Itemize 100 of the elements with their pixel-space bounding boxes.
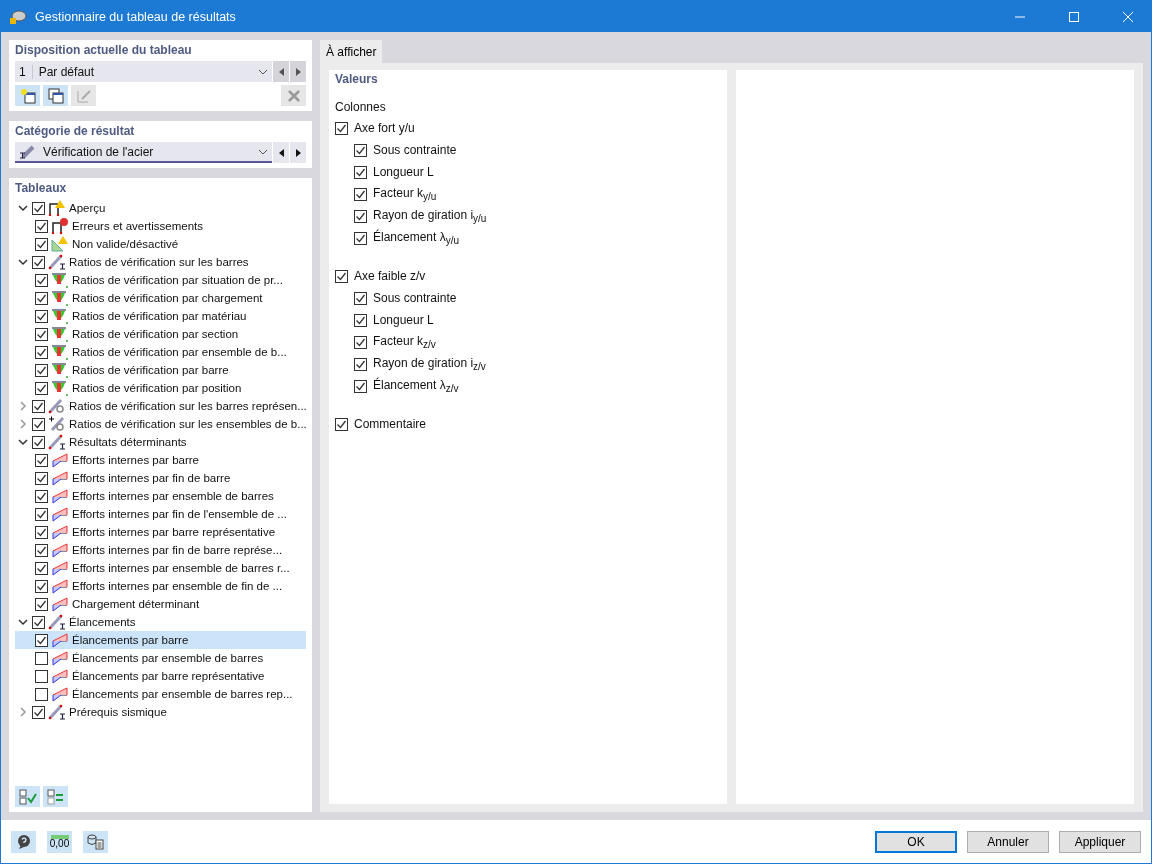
checkbox[interactable] bbox=[354, 379, 367, 393]
force-diagram-icon bbox=[51, 506, 69, 522]
tree-item[interactable]: Ratios de vérification sur les ensembles de b... bbox=[15, 415, 306, 433]
checkbox[interactable] bbox=[35, 471, 48, 485]
tree-item[interactable]: Ratios de vérification sur les barres représen... bbox=[15, 397, 306, 415]
checkbox[interactable] bbox=[35, 309, 48, 323]
tree-item[interactable]: Ratios de vérification par situation de pr... bbox=[15, 271, 306, 289]
checkbox[interactable] bbox=[35, 219, 48, 233]
checkbox[interactable] bbox=[35, 507, 48, 521]
checkbox[interactable] bbox=[35, 453, 48, 467]
checkbox[interactable] bbox=[354, 291, 367, 305]
checkbox[interactable] bbox=[335, 417, 348, 431]
tree-item[interactable]: Efforts internes par barre représentative bbox=[15, 523, 306, 541]
export-button[interactable] bbox=[83, 830, 108, 853]
checkbox[interactable] bbox=[354, 231, 367, 245]
check-all-button[interactable] bbox=[15, 786, 40, 807]
tree-item[interactable]: Élancements bbox=[15, 613, 306, 631]
chevron-right-icon[interactable] bbox=[17, 418, 29, 430]
new-layout-button[interactable] bbox=[15, 85, 40, 106]
tree-item[interactable]: Efforts internes par barre bbox=[15, 451, 306, 469]
units-button[interactable]: 0,00 bbox=[47, 830, 72, 853]
checkbox[interactable] bbox=[35, 579, 48, 593]
tree-item[interactable]: Erreurs et avertissements bbox=[15, 217, 306, 235]
checkbox[interactable] bbox=[354, 313, 367, 327]
checkbox[interactable] bbox=[35, 525, 48, 539]
dialog-button[interactable]: Appliquer bbox=[1059, 830, 1141, 853]
checkbox[interactable] bbox=[35, 363, 48, 377]
checkbox[interactable] bbox=[32, 399, 45, 413]
tree-item[interactable]: Prérequis sismique bbox=[15, 703, 306, 721]
tree-item[interactable]: Efforts internes par ensemble de barres r... bbox=[15, 559, 306, 577]
tree-item[interactable]: Ratios de vérification par chargement bbox=[15, 289, 306, 307]
invert-selection-button[interactable] bbox=[43, 786, 68, 807]
tree-item[interactable]: Efforts internes par ensemble de barres bbox=[15, 487, 306, 505]
checkbox[interactable] bbox=[35, 273, 48, 287]
previous-button[interactable] bbox=[273, 142, 289, 163]
tree-item[interactable]: Élancements par barre bbox=[15, 631, 306, 649]
pencil-icon bbox=[75, 87, 92, 104]
checkbox[interactable] bbox=[35, 597, 48, 611]
tree-item[interactable]: Efforts internes par fin de barre bbox=[15, 469, 306, 487]
checkbox[interactable] bbox=[32, 705, 45, 719]
tree-item[interactable]: Non valide/désactivé bbox=[15, 235, 306, 253]
tree-item[interactable]: Élancements par ensemble de barres bbox=[15, 649, 306, 667]
layout-dropdown[interactable]: 1 Par défaut bbox=[15, 61, 272, 82]
checkbox[interactable] bbox=[35, 237, 48, 251]
tree-item[interactable]: Aperçu bbox=[15, 199, 306, 217]
tree-item[interactable]: Ratios de vérification par barre bbox=[15, 361, 306, 379]
checkbox[interactable] bbox=[354, 143, 367, 157]
chevron-down-icon[interactable] bbox=[17, 256, 29, 268]
checkbox[interactable] bbox=[32, 201, 45, 215]
checkbox[interactable] bbox=[354, 187, 367, 201]
chevron-down-icon[interactable] bbox=[17, 616, 29, 628]
category-dropdown[interactable]: Vérification de l'acier bbox=[15, 142, 272, 163]
checkbox[interactable] bbox=[335, 121, 348, 135]
checkbox[interactable] bbox=[32, 255, 45, 269]
tree-item[interactable]: Chargement déterminant bbox=[15, 595, 306, 613]
checkbox[interactable] bbox=[35, 381, 48, 395]
dialog-button[interactable]: OK bbox=[875, 830, 957, 853]
checkbox[interactable] bbox=[35, 687, 48, 701]
dialog-button[interactable]: Annuler bbox=[967, 830, 1049, 853]
checkbox[interactable] bbox=[354, 335, 367, 349]
tree-item-label: Ratios de vérification par matériau bbox=[72, 310, 247, 322]
checkbox[interactable] bbox=[354, 357, 367, 371]
checkbox[interactable] bbox=[35, 345, 48, 359]
force-diagram-icon bbox=[51, 560, 69, 576]
ratio-diagram-icon bbox=[51, 344, 69, 360]
checkbox[interactable] bbox=[32, 615, 45, 629]
chevron-right-icon[interactable] bbox=[17, 400, 29, 412]
tree-item[interactable]: Élancements par barre représentative bbox=[15, 667, 306, 685]
chevron-down-icon[interactable] bbox=[17, 436, 29, 448]
checkbox-label: Rayon de giration i$_{y/u}$ bbox=[373, 207, 487, 225]
tree-item[interactable]: Efforts internes par fin de l'ensemble de ... bbox=[15, 505, 306, 523]
tree-item[interactable]: Ratios de vérification par section bbox=[15, 325, 306, 343]
copy-layout-button[interactable] bbox=[43, 85, 68, 106]
tree-item[interactable]: Efforts internes par ensemble de fin de ... bbox=[15, 577, 306, 595]
tree-item[interactable]: Ratios de vérification par position bbox=[15, 379, 306, 397]
tree-item[interactable]: Élancements par ensemble de barres rep... bbox=[15, 685, 306, 703]
checkbox[interactable] bbox=[35, 489, 48, 503]
checkbox[interactable] bbox=[35, 543, 48, 557]
checkbox[interactable] bbox=[35, 651, 48, 665]
tree-item[interactable]: Résultats déterminants bbox=[15, 433, 306, 451]
tab[interactable]: À afficher bbox=[320, 40, 383, 63]
tree-item[interactable]: Efforts internes par fin de barre représe... bbox=[15, 541, 306, 559]
chevron-down-icon bbox=[258, 148, 268, 155]
help-button[interactable] bbox=[11, 830, 36, 853]
next-button[interactable] bbox=[290, 142, 306, 163]
checkbox[interactable] bbox=[35, 633, 48, 647]
tree-item[interactable]: Ratios de vérification par ensemble de b... bbox=[15, 343, 306, 361]
chevron-down-icon[interactable] bbox=[17, 202, 29, 214]
tree-item[interactable]: Ratios de vérification par matériau bbox=[15, 307, 306, 325]
checkbox[interactable] bbox=[32, 417, 45, 431]
checkbox[interactable] bbox=[35, 561, 48, 575]
checkbox[interactable] bbox=[354, 165, 367, 179]
checkbox[interactable] bbox=[32, 435, 45, 449]
checkbox[interactable] bbox=[35, 291, 48, 305]
checkbox[interactable] bbox=[35, 327, 48, 341]
chevron-right-icon[interactable] bbox=[17, 706, 29, 718]
checkbox[interactable] bbox=[35, 669, 48, 683]
checkbox[interactable] bbox=[335, 269, 348, 283]
checkbox[interactable] bbox=[354, 209, 367, 223]
tree-item[interactable]: Ratios de vérification sur les barres bbox=[15, 253, 306, 271]
